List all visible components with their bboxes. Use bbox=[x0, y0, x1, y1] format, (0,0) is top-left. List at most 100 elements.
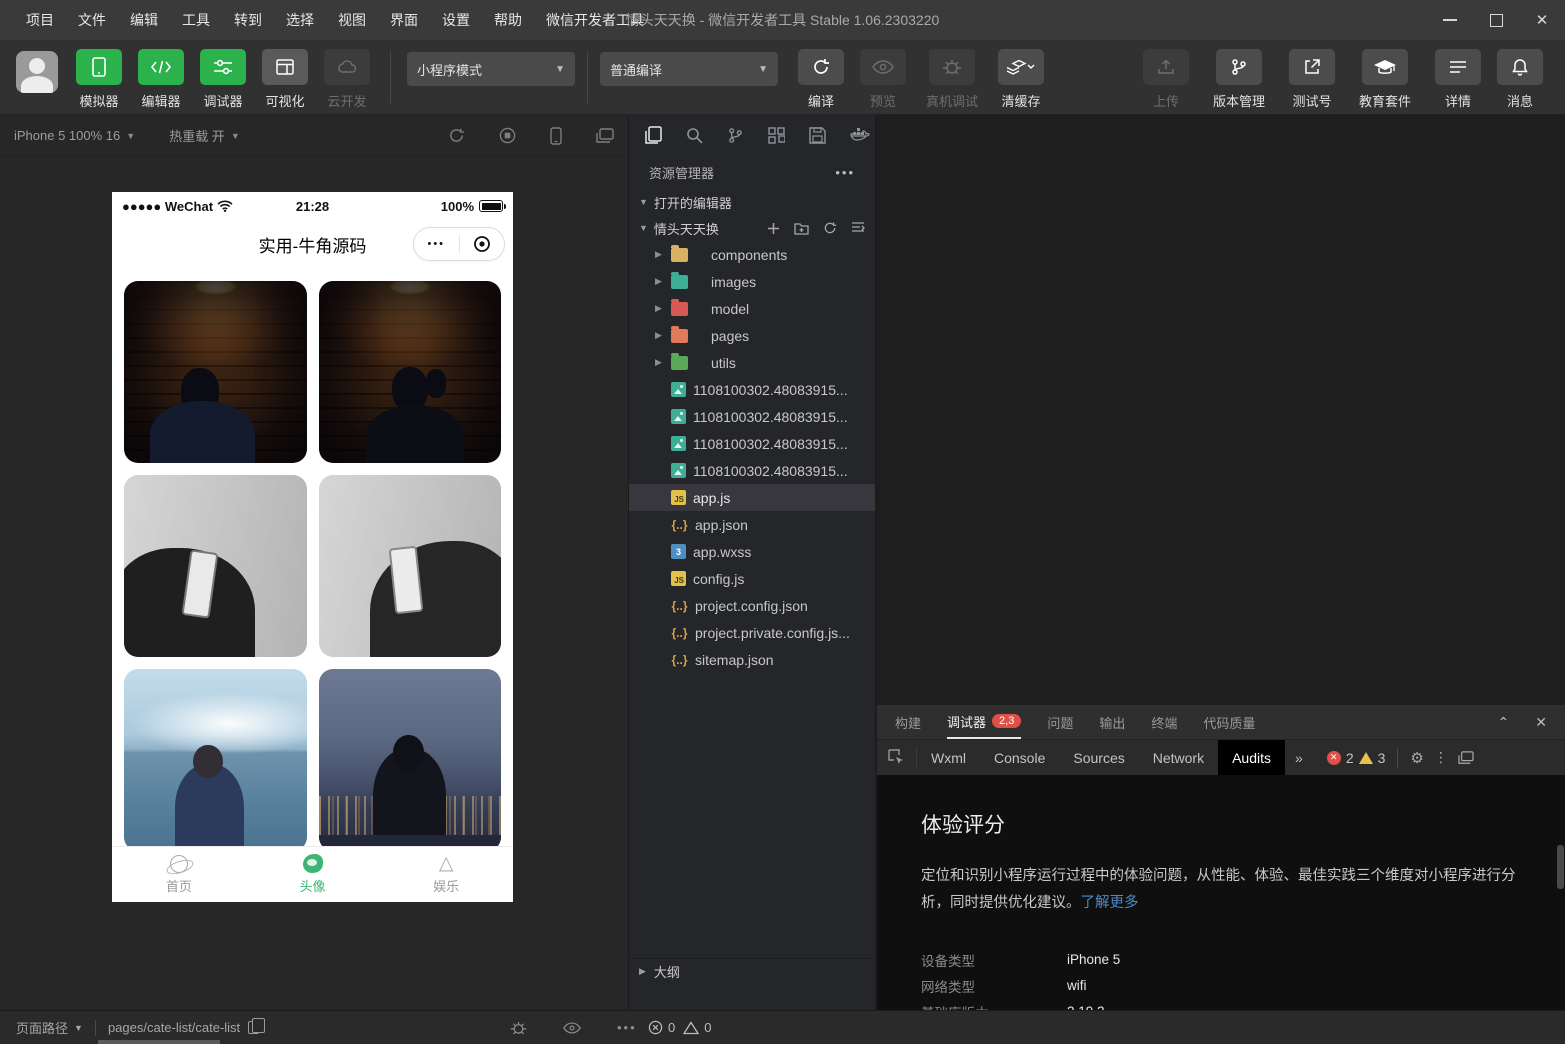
close-button[interactable]: ✕ bbox=[1519, 0, 1565, 40]
scrollbar-thumb[interactable] bbox=[1557, 845, 1564, 889]
menu-edit[interactable]: 编辑 bbox=[120, 6, 168, 34]
menu-file[interactable]: 文件 bbox=[68, 6, 116, 34]
maximize-button[interactable] bbox=[1473, 0, 1519, 40]
menu-tools[interactable]: 工具 bbox=[172, 6, 220, 34]
tab-avatar[interactable]: 头像 bbox=[246, 847, 380, 902]
tree-file-sitemap[interactable]: {..} sitemap.json bbox=[629, 646, 875, 673]
device-select[interactable]: iPhone 5 100% 16 ▼ bbox=[14, 128, 135, 143]
devtools-tab-wxml[interactable]: Wxml bbox=[917, 740, 980, 776]
tree-folder-images[interactable]: ▶ images bbox=[629, 268, 875, 295]
tab-output[interactable]: 输出 bbox=[1099, 705, 1125, 739]
tab-entertainment[interactable]: △ 娱乐 bbox=[379, 847, 513, 902]
tree-file-image[interactable]: 1108100302.48083915... bbox=[629, 457, 875, 484]
devtools-tab-network[interactable]: Network bbox=[1139, 740, 1218, 776]
menu-help[interactable]: 帮助 bbox=[484, 6, 532, 34]
more-tabs-icon[interactable]: » bbox=[1285, 750, 1313, 766]
inspect-element-icon[interactable] bbox=[877, 747, 917, 769]
devtools-tab-console[interactable]: Console bbox=[980, 740, 1059, 776]
simulator-button[interactable]: 模拟器 bbox=[68, 49, 130, 110]
exit-miniprogram-button[interactable] bbox=[460, 235, 505, 253]
learn-more-link[interactable]: 了解更多 bbox=[1081, 895, 1139, 911]
minimize-button[interactable] bbox=[1427, 0, 1473, 40]
compile-mode-select[interactable]: 普通编译 ▼ bbox=[600, 52, 778, 86]
copy-icon[interactable] bbox=[248, 1021, 259, 1034]
horizontal-scrollbar-thumb[interactable] bbox=[98, 1040, 220, 1044]
tree-file-project-private-config[interactable]: {..} project.private.config.js... bbox=[629, 619, 875, 646]
tab-build[interactable]: 构建 bbox=[895, 705, 921, 739]
tree-folder-pages[interactable]: ▶ pages bbox=[629, 322, 875, 349]
tab-terminal[interactable]: 终端 bbox=[1151, 705, 1177, 739]
details-button[interactable]: 详情 bbox=[1427, 49, 1489, 110]
tree-folder-components[interactable]: ▶ components bbox=[629, 241, 875, 268]
editor-button[interactable]: 编辑器 bbox=[130, 49, 192, 110]
undock-icon[interactable] bbox=[1458, 751, 1474, 765]
menu-select[interactable]: 选择 bbox=[276, 6, 324, 34]
edu-suite-button[interactable]: 教育套件 bbox=[1343, 49, 1427, 110]
device-frame-icon[interactable] bbox=[550, 127, 562, 145]
open-editors-section[interactable]: ▼ 打开的编辑器 bbox=[629, 189, 875, 215]
restart-icon[interactable] bbox=[448, 127, 465, 144]
menu-project[interactable]: 项目 bbox=[16, 6, 64, 34]
stop-icon[interactable] bbox=[499, 127, 516, 144]
menu-view[interactable]: 视图 bbox=[328, 6, 376, 34]
avatar-photo-brick-wall-boy[interactable] bbox=[124, 281, 307, 463]
more-menu-button[interactable]: ••• bbox=[414, 238, 459, 250]
tree-folder-utils[interactable]: ▶ utils bbox=[629, 349, 875, 376]
compile-button[interactable]: 编译 bbox=[790, 49, 852, 110]
new-file-icon[interactable] bbox=[767, 222, 780, 235]
watch-icon[interactable] bbox=[563, 1022, 581, 1034]
avatar-photo-sea-girl[interactable] bbox=[124, 669, 307, 851]
save-icon[interactable] bbox=[809, 127, 826, 144]
docker-icon[interactable] bbox=[850, 127, 870, 143]
avatar-photo-mirror-selfie-boy[interactable] bbox=[124, 475, 307, 657]
more-actions-icon[interactable]: ••• bbox=[835, 165, 855, 180]
devtools-tab-audits[interactable]: Audits bbox=[1218, 740, 1285, 776]
ellipsis-icon[interactable]: ••• bbox=[617, 1020, 637, 1035]
tree-file-app-js[interactable]: JS app.js bbox=[629, 484, 875, 511]
visualization-button[interactable]: 可视化 bbox=[254, 49, 316, 110]
tree-file-project-config[interactable]: {..} project.config.json bbox=[629, 592, 875, 619]
tree-file-app-json[interactable]: {..} app.json bbox=[629, 511, 875, 538]
extensions-icon[interactable] bbox=[768, 127, 785, 144]
new-folder-icon[interactable] bbox=[794, 222, 809, 235]
multi-window-icon[interactable] bbox=[596, 128, 614, 144]
warning-count-icon[interactable] bbox=[1359, 752, 1373, 764]
tab-code-quality[interactable]: 代码质量 bbox=[1203, 705, 1255, 739]
menu-goto[interactable]: 转到 bbox=[224, 6, 272, 34]
menu-settings[interactable]: 设置 bbox=[432, 6, 480, 34]
search-icon[interactable] bbox=[686, 127, 703, 144]
messages-button[interactable]: 消息 bbox=[1489, 49, 1551, 110]
tree-file-image[interactable]: 1108100302.48083915... bbox=[629, 376, 875, 403]
debugger-button[interactable]: 调试器 bbox=[192, 49, 254, 110]
tree-file-config-js[interactable]: JS config.js bbox=[629, 565, 875, 592]
tree-file-app-wxss[interactable]: 3 app.wxss bbox=[629, 538, 875, 565]
kebab-menu-icon[interactable]: ⋮ bbox=[1434, 749, 1448, 766]
menu-interface[interactable]: 界面 bbox=[380, 6, 428, 34]
tab-home[interactable]: 首页 bbox=[112, 847, 246, 902]
test-account-button[interactable]: 测试号 bbox=[1281, 49, 1343, 110]
files-icon[interactable] bbox=[645, 126, 662, 145]
devtools-tab-sources[interactable]: Sources bbox=[1059, 740, 1138, 776]
collapse-panel-icon[interactable]: ⌃ bbox=[1498, 714, 1510, 731]
mode-select[interactable]: 小程序模式 ▼ bbox=[407, 52, 575, 86]
error-count-icon[interactable]: ✕ bbox=[1327, 751, 1341, 765]
close-panel-icon[interactable]: ✕ bbox=[1535, 714, 1547, 731]
tab-problems[interactable]: 问题 bbox=[1047, 705, 1073, 739]
hot-reload-toggle[interactable]: 热重载 开 ▼ bbox=[169, 126, 240, 145]
avatar-photo-brick-wall-girl[interactable] bbox=[319, 281, 502, 463]
tree-file-image[interactable]: 1108100302.48083915... bbox=[629, 430, 875, 457]
source-control-icon[interactable] bbox=[727, 127, 744, 144]
tree-folder-model[interactable]: ▶ model bbox=[629, 295, 875, 322]
avatar-photo-mirror-selfie-girl[interactable] bbox=[319, 475, 502, 657]
tab-debugger[interactable]: 调试器 2,3 bbox=[947, 705, 1021, 739]
problems-summary[interactable]: 0 0 bbox=[648, 1020, 711, 1035]
page-path-select[interactable]: 页面路径 ▼ bbox=[16, 1018, 83, 1037]
tree-file-image[interactable]: 1108100302.48083915... bbox=[629, 403, 875, 430]
user-avatar[interactable] bbox=[16, 51, 58, 93]
version-control-button[interactable]: 版本管理 bbox=[1197, 49, 1281, 110]
devtools-settings-icon[interactable]: ⚙ bbox=[1410, 749, 1423, 767]
project-section[interactable]: ▼ 情头天天换 bbox=[629, 215, 875, 241]
debug-icon[interactable] bbox=[510, 1020, 527, 1036]
outline-section[interactable]: ▶ 大纲 bbox=[629, 958, 875, 984]
clear-cache-button[interactable]: 清缓存 bbox=[990, 49, 1052, 110]
